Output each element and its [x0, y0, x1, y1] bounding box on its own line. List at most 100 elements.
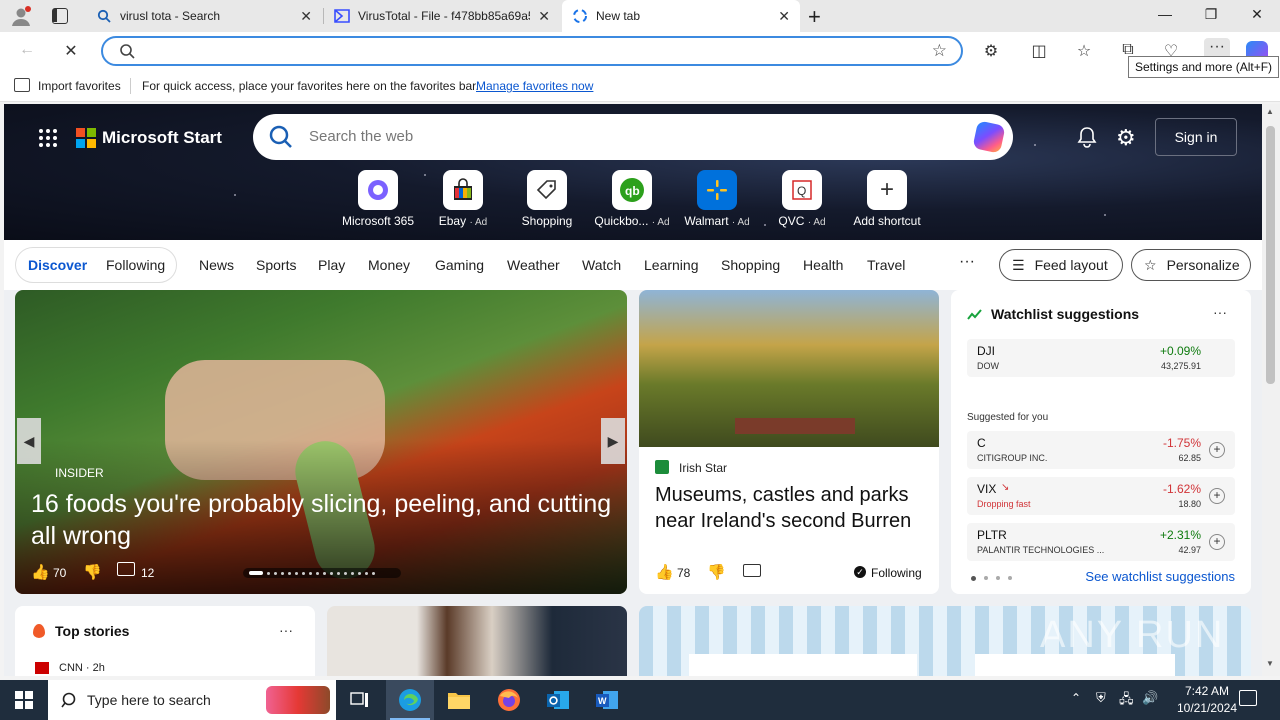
shortcut-walmart[interactable]: Walmart · Ad	[677, 170, 757, 228]
firefox-icon[interactable]	[485, 680, 533, 720]
close-tab-icon[interactable]: ✕	[300, 8, 312, 25]
manage-favorites-link[interactable]: Manage favorites now	[476, 79, 593, 93]
settings-gear-icon[interactable]: ⚙	[1116, 125, 1136, 151]
news-card-image[interactable]	[327, 606, 627, 676]
address-bar[interactable]: ☆	[101, 36, 963, 66]
shortcut-microsoft-365[interactable]: Microsoft 365	[338, 170, 418, 228]
taskbar-search-box[interactable]: Type here to search	[48, 680, 336, 720]
add-to-watchlist-icon[interactable]: +	[1209, 534, 1225, 550]
add-shortcut-button[interactable]: + Add shortcut	[847, 170, 927, 228]
like-icon[interactable]: 👍	[655, 563, 674, 581]
dislike-icon[interactable]: 👎	[707, 563, 726, 581]
close-tab-icon[interactable]: ✕	[778, 8, 790, 25]
watchlist-pager-dots[interactable]	[971, 576, 1012, 581]
back-icon[interactable]: ←	[16, 41, 38, 59]
new-tab-button[interactable]: +	[808, 4, 821, 30]
favorites-icon[interactable]: ☆	[1073, 41, 1095, 61]
close-tab-icon[interactable]: ✕	[538, 8, 550, 25]
tab-virustotal[interactable]: VirusTotal - File - f478bb85a69a55 ✕	[324, 0, 560, 32]
tab-health[interactable]: Health	[803, 257, 843, 273]
article-headline[interactable]: 16 foods you're probably slicing, peelin…	[31, 488, 621, 552]
split-screen-icon[interactable]: ◫	[1028, 41, 1050, 61]
add-favorite-icon[interactable]: ☆	[932, 41, 947, 61]
watchlist-more-icon[interactable]: ···	[1213, 304, 1227, 320]
more-categories-icon[interactable]: ···	[959, 253, 975, 271]
web-search-input[interactable]: Search the web	[253, 114, 1013, 160]
tab-news[interactable]: News	[199, 257, 234, 273]
scroll-thumb[interactable]	[1266, 126, 1275, 384]
tab-actions-icon[interactable]	[52, 8, 68, 24]
ebay-bag-icon	[443, 170, 483, 210]
security-icon[interactable]: ⛨	[1096, 690, 1106, 706]
carousel-prev-button[interactable]: ◀	[17, 418, 41, 464]
edge-taskbar-icon[interactable]	[386, 680, 434, 720]
stop-loading-icon[interactable]: ✕	[60, 41, 82, 61]
comment-icon[interactable]	[743, 564, 761, 577]
watchlist-row[interactable]: VIX ↘ Dropping fast -1.62% 18.80 +	[967, 477, 1235, 515]
watchlist-row[interactable]: DJI DOW +0.09% 43,275.91	[967, 339, 1235, 377]
page-scrollbar[interactable]: ▲ ▼	[1262, 104, 1280, 676]
import-favorites-button[interactable]: Import favorites	[38, 79, 121, 93]
personalize-button[interactable]: ☆ Personalize	[1131, 249, 1251, 281]
outlook-icon[interactable]	[534, 680, 582, 720]
tab-sports[interactable]: Sports	[256, 257, 296, 273]
add-to-watchlist-icon[interactable]: +	[1209, 442, 1225, 458]
tab-weather[interactable]: Weather	[507, 257, 560, 273]
tab-play[interactable]: Play	[318, 257, 345, 273]
minimize-icon[interactable]: —	[1155, 6, 1175, 22]
volume-icon[interactable]: 🔊	[1142, 690, 1158, 706]
file-explorer-icon[interactable]	[435, 680, 483, 720]
extensions-icon[interactable]: ⚙	[980, 41, 1002, 61]
carousel-next-button[interactable]: ▶	[601, 418, 625, 464]
tab-shopping[interactable]: Shopping	[721, 257, 780, 273]
hero-news-card[interactable]: ◀ ▶ INSIDER 16 foods you're probably sli…	[15, 290, 627, 594]
brand-title[interactable]: Microsoft Start	[102, 128, 222, 148]
tab-discover[interactable]: Discover	[28, 257, 87, 273]
tab-watch[interactable]: Watch	[582, 257, 621, 273]
notification-center-icon[interactable]	[1239, 690, 1257, 706]
tab-following[interactable]: Following	[106, 257, 165, 273]
navigation-bar: ← ✕ ☆ ⚙ ◫ ☆ ⧉ ♡ ···	[0, 32, 1280, 70]
comment-count: 12	[141, 566, 155, 580]
tab-search[interactable]: virusl tota - Search ✕	[86, 0, 322, 32]
dislike-icon[interactable]: 👎	[83, 563, 102, 581]
apps-launcher-icon[interactable]	[38, 128, 58, 148]
copilot-icon[interactable]	[972, 120, 1006, 154]
following-label[interactable]: Following	[871, 566, 922, 580]
task-view-button[interactable]	[336, 680, 384, 720]
tab-learning[interactable]: Learning	[644, 257, 699, 273]
tab-money[interactable]: Money	[368, 257, 410, 273]
like-icon[interactable]: 👍	[31, 563, 50, 581]
tab-new-tab[interactable]: New tab ✕	[562, 0, 800, 32]
network-icon[interactable]: 🖧	[1119, 690, 1134, 712]
shortcut-ebay[interactable]: Ebay · Ad	[423, 170, 503, 228]
clock-time[interactable]: 7:42 AM	[1172, 684, 1242, 698]
clock-date[interactable]: 10/21/2024	[1166, 701, 1248, 715]
profile-icon[interactable]	[10, 5, 32, 27]
scroll-up-icon[interactable]: ▲	[1266, 107, 1274, 116]
shortcut-qvc[interactable]: Q QVC · Ad	[762, 170, 842, 228]
see-watchlist-link[interactable]: See watchlist suggestions	[1085, 569, 1235, 584]
watchlist-row[interactable]: C CITIGROUP INC. -1.75% 62.85 +	[967, 431, 1235, 469]
comment-icon[interactable]	[117, 562, 135, 576]
restore-icon[interactable]: ❐	[1201, 6, 1221, 23]
notifications-icon[interactable]	[1076, 126, 1098, 153]
watchlist-row[interactable]: PLTR PALANTIR TECHNOLOGIES ... +2.31% 42…	[967, 523, 1235, 561]
top-stories-more-icon[interactable]: ···	[279, 622, 293, 638]
article-headline[interactable]: Museums, castles and parks near Ireland'…	[655, 482, 927, 534]
word-icon[interactable]: W	[583, 680, 631, 720]
scroll-down-icon[interactable]: ▼	[1266, 659, 1274, 668]
start-button[interactable]	[0, 680, 48, 720]
shortcut-shopping[interactable]: Shopping	[507, 170, 587, 228]
shortcut-quickbooks[interactable]: qb Quickbo... · Ad	[592, 170, 672, 228]
tab-travel[interactable]: Travel	[867, 257, 905, 273]
tab-gaming[interactable]: Gaming	[435, 257, 484, 273]
microsoft-365-icon	[358, 170, 398, 210]
feed-layout-button[interactable]: ☰ Feed layout	[999, 249, 1123, 281]
show-hidden-icons-icon[interactable]: ⌃	[1071, 691, 1081, 705]
add-to-watchlist-icon[interactable]: +	[1209, 488, 1225, 504]
news-card-ireland[interactable]: Irish Star Museums, castles and parks ne…	[639, 290, 939, 594]
sign-in-button[interactable]: Sign in	[1155, 118, 1237, 156]
close-window-icon[interactable]: ✕	[1247, 6, 1267, 23]
carousel-dots[interactable]	[243, 568, 401, 578]
